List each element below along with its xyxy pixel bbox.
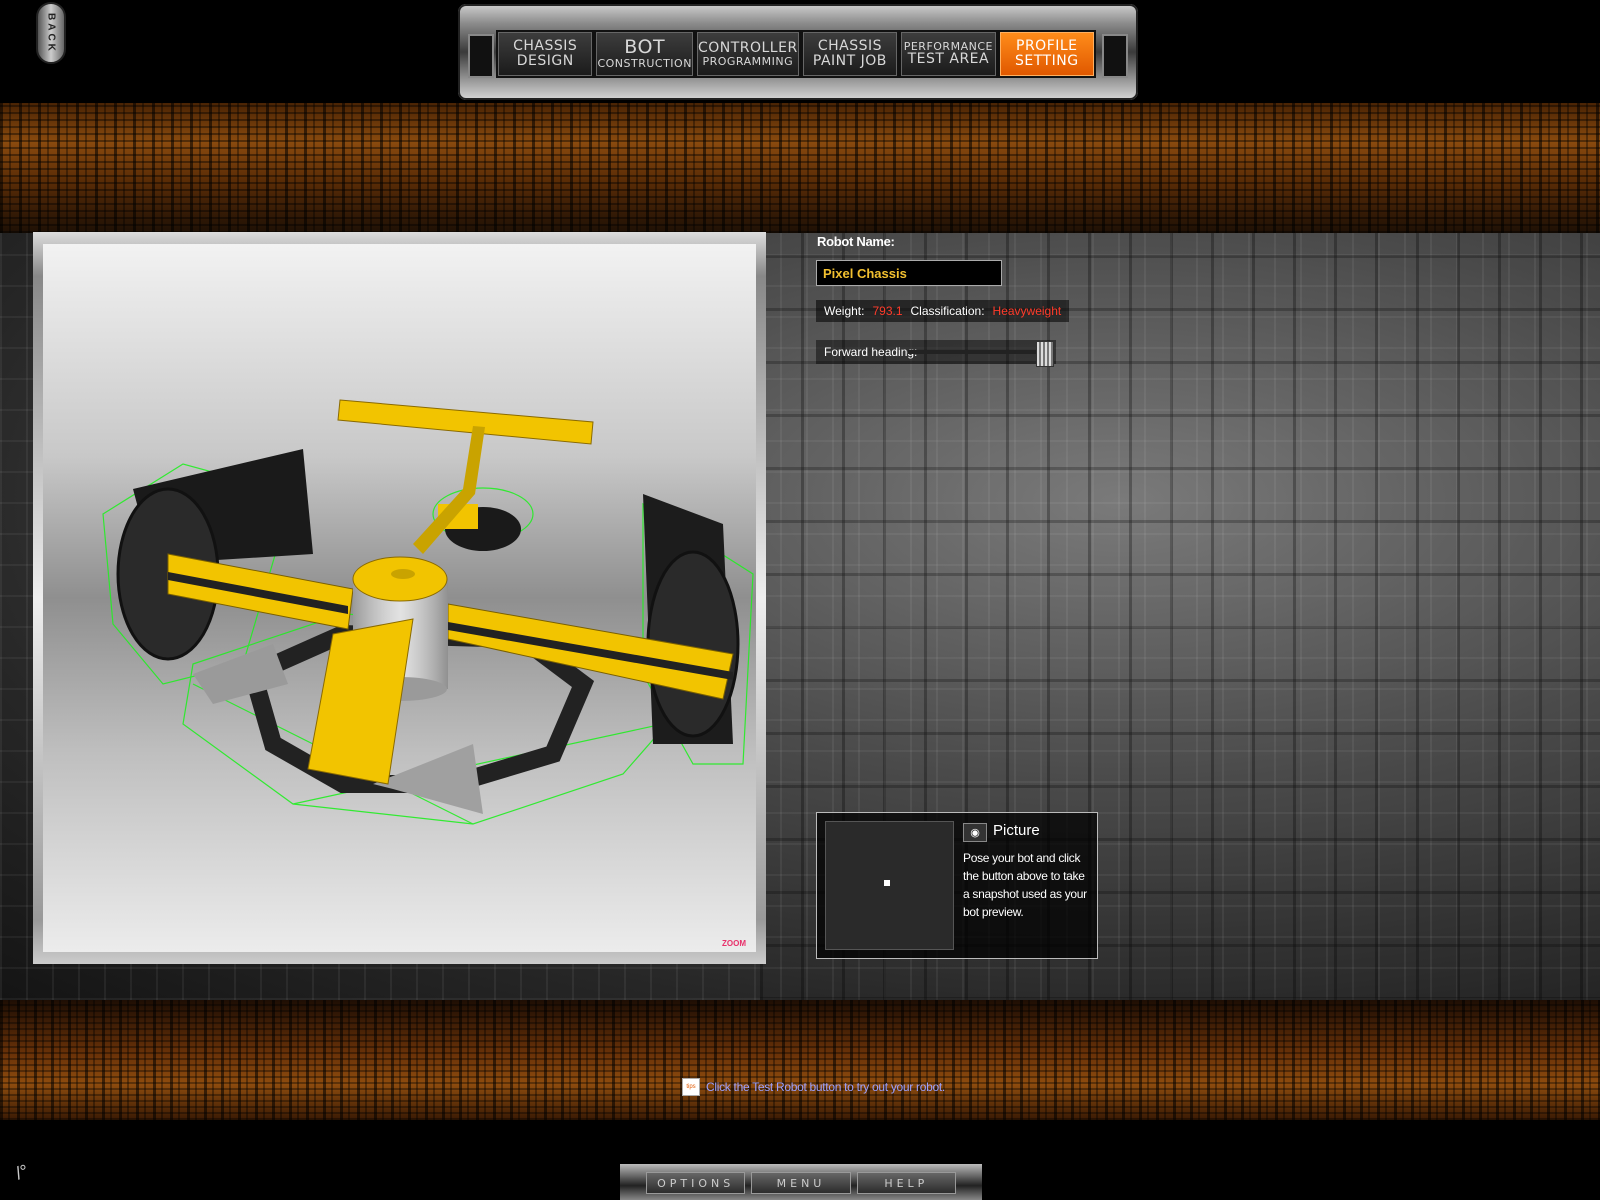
tab-label-line1: PROFILE	[1016, 38, 1078, 55]
tab-label-line1: CONTROLLER	[697, 39, 798, 56]
tips-icon: tips	[682, 1078, 700, 1096]
nav-left-cap	[468, 34, 494, 78]
t-bar-top	[337, 399, 594, 445]
forward-heading-slider-track[interactable]	[908, 350, 1048, 354]
back-button-label: BACK	[45, 12, 57, 54]
spinner-cap-hole	[391, 569, 415, 579]
camera-snapshot-button[interactable]: ◉	[963, 823, 987, 842]
tab-label-line1: CHASSIS	[513, 38, 578, 55]
tips-icon-label: tips	[686, 1084, 696, 1090]
tip-text: Click the Test Robot button to try out y…	[706, 1080, 945, 1094]
stats-row: Weight: 793.1 Classification: Heavyweigh…	[816, 300, 1070, 322]
tab-label-line2: SETTING	[1015, 53, 1079, 69]
nav-right-cap	[1102, 34, 1128, 78]
camera-icon: ◉	[970, 827, 980, 839]
robot-3d-viewport-frame: ZOOM	[33, 232, 766, 964]
options-button[interactable]: OPTIONS	[646, 1172, 746, 1194]
tab-profile-setting[interactable]: PROFILE SETTING	[999, 32, 1094, 76]
tab-label-line2: PAINT JOB	[812, 53, 887, 69]
tab-label-line1: CHASSIS	[817, 38, 882, 55]
tab-label-line2: DESIGN	[516, 53, 574, 69]
forward-heading-slider-thumb[interactable]	[1036, 341, 1054, 367]
classification-value: Heavyweight	[992, 304, 1062, 318]
forward-heading-label: Forward heading:	[824, 345, 918, 359]
top-nav: CHASSIS DESIGN BOT CONSTRUCTION CONTROLL…	[496, 30, 1096, 78]
tab-label-line2: PROGRAMMING	[702, 54, 794, 68]
tip-bar: tips Click the Test Robot button to try …	[682, 1078, 945, 1096]
spinner-cap	[352, 556, 448, 602]
blade-left	[193, 644, 288, 704]
bottom-button-bar: OPTIONS MENU HELP	[620, 1164, 982, 1200]
weight-value: 793.1	[872, 304, 903, 318]
menu-button[interactable]: MENU	[751, 1172, 851, 1194]
help-button[interactable]: HELP	[856, 1172, 956, 1194]
tab-chassis-paint-job[interactable]: CHASSIS PAINT JOB	[802, 32, 898, 76]
zoom-indicator[interactable]: ZOOM	[722, 939, 746, 948]
header-circuit-band	[0, 103, 1600, 233]
robot-name-input[interactable]	[816, 260, 1002, 286]
top-nav-frame: CHASSIS DESIGN BOT CONSTRUCTION CONTROLL…	[458, 4, 1138, 100]
tab-label-line2: CONSTRUCTION	[597, 57, 692, 71]
classification-label: Classification:	[910, 304, 985, 318]
robot-name-label: Robot Name:	[817, 234, 895, 249]
robot-model	[102, 399, 754, 825]
picture-title: Picture	[993, 822, 1040, 839]
picture-description: Pose your bot and click the button above…	[963, 851, 1087, 919]
bot-preview-image	[825, 821, 954, 950]
tab-chassis-design[interactable]: CHASSIS DESIGN	[498, 32, 593, 76]
picture-panel: ◉ Picture Pose your bot and click the bu…	[816, 812, 1098, 959]
weight-label: Weight:	[824, 304, 865, 318]
footer-circuit-band	[0, 1000, 1600, 1120]
tab-label-line1: BOT	[624, 36, 666, 59]
tab-bot-construction[interactable]: BOT CONSTRUCTION	[596, 32, 693, 76]
back-button[interactable]: BACK	[36, 2, 66, 64]
tab-performance-test-area[interactable]: PERFORMANCE TEST AREA	[901, 32, 996, 76]
tab-label-line2: TEST AREA	[907, 51, 990, 68]
loading-indicator-icon: /°	[12, 1160, 32, 1184]
robot-3d-viewport[interactable]: ZOOM	[43, 244, 756, 952]
preview-placeholder-dot	[884, 880, 890, 886]
tab-controller-programming[interactable]: CONTROLLER PROGRAMMING	[696, 32, 799, 76]
